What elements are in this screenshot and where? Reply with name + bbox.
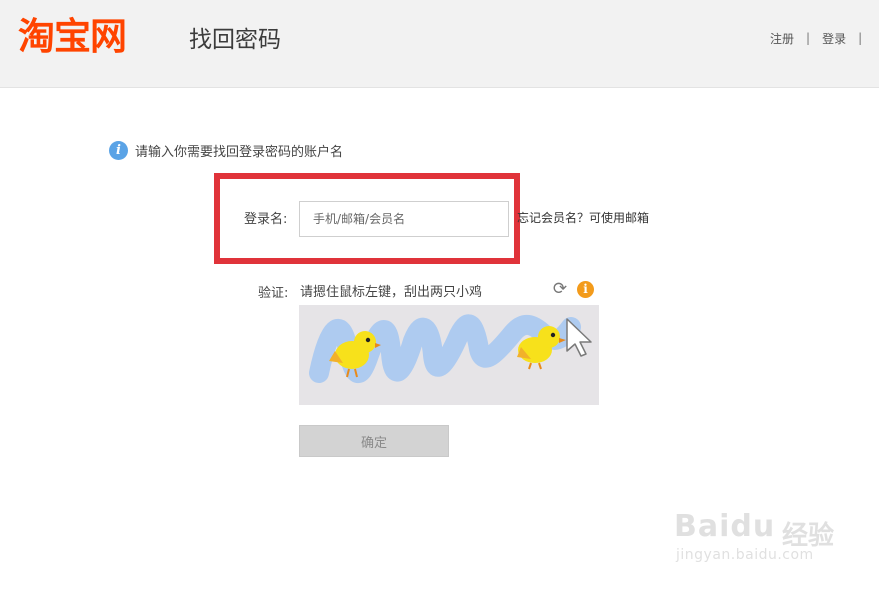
scratch-captcha[interactable]	[299, 305, 599, 405]
page-title: 找回密码	[189, 27, 281, 53]
link-divider: |	[858, 31, 863, 45]
instruction-text: 请输入你需要找回登录密码的账户名	[135, 145, 344, 160]
link-divider: |	[806, 31, 811, 45]
taobao-logo[interactable]: 淘宝网	[18, 15, 127, 59]
login-name-input[interactable]	[299, 201, 509, 237]
help-info-icon[interactable]: i	[577, 281, 594, 298]
register-link[interactable]: 注册	[770, 30, 794, 47]
watermark-url: jingyan.baidu.com	[676, 547, 814, 563]
login-link[interactable]: 登录	[822, 30, 846, 47]
info-icon: i	[109, 141, 128, 160]
verify-hint: 请摁住鼠标左键，刮出两只小鸡	[300, 285, 483, 300]
scratch-canvas	[309, 314, 592, 384]
verify-label: 验证:	[258, 286, 289, 301]
watermark-brand: Baidu	[674, 509, 776, 544]
instruction-tip: i 请输入你需要找回登录密码的账户名	[109, 141, 343, 160]
refresh-icon[interactable]: ⟳	[551, 280, 569, 298]
top-links: 注册 | 登录 |	[770, 29, 862, 47]
baidu-jingyan-watermark: Baidu 经验 jingyan.baidu.com	[672, 497, 842, 577]
confirm-button[interactable]: 确定	[299, 425, 449, 457]
forgot-username-link[interactable]: 忘记会员名？可使用邮箱	[517, 209, 649, 226]
header-bar: 淘宝网 找回密码 注册 | 登录 |	[0, 0, 879, 88]
login-name-label: 登录名:	[244, 212, 288, 227]
